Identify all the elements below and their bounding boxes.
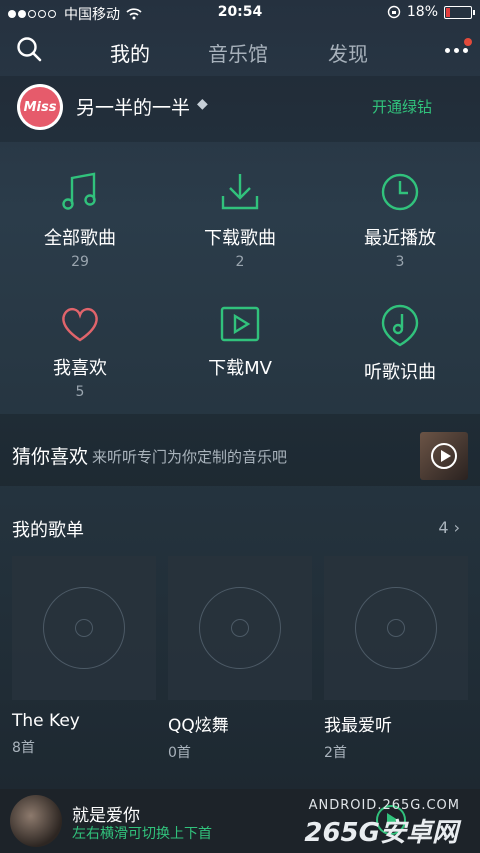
playlist-cover[interactable] — [324, 556, 468, 700]
grid-label: 最近播放 — [364, 228, 436, 249]
notification-dot — [464, 38, 472, 46]
status-bar: 中国移动 20:54 18% — [0, 0, 480, 26]
guess-cover[interactable] — [420, 432, 468, 480]
grid-item-recognize[interactable]: 听歌识曲 — [320, 304, 480, 384]
search-icon[interactable] — [16, 36, 42, 62]
clock-icon — [381, 173, 419, 211]
playlist-name: 我最爱听 — [324, 716, 392, 736]
open-vip-link[interactable]: 开通绿钻 — [372, 96, 432, 117]
playlist-cover[interactable] — [168, 556, 312, 700]
playlist-song-count: 8首 — [12, 740, 35, 756]
playlist-song-count: 0首 — [168, 745, 191, 761]
grid-item-download-mv[interactable]: 下载MV — [160, 304, 320, 380]
grid-count: 5 — [75, 384, 85, 400]
watermark-url: ANDROID.265G.COM — [308, 798, 460, 813]
grid-item-all-songs[interactable]: 全部歌曲 29 — [0, 170, 160, 270]
user-row[interactable]: Miss 另一半的一半 ◆ 开通绿钻 — [0, 76, 480, 142]
grid-item-recent-play[interactable]: 最近播放 3 — [320, 170, 480, 270]
grid-count: 2 — [235, 254, 245, 270]
guess-subtitle: 来听听专门为你定制的音乐吧 — [92, 448, 288, 466]
status-right: 18% — [387, 4, 475, 20]
tab-mine[interactable]: 我的 — [110, 38, 150, 67]
playlist-name: QQ炫舞 — [168, 716, 229, 736]
top-nav: 我的 音乐馆 发现 — [0, 30, 480, 74]
grid-label: 下载MV — [208, 358, 272, 379]
now-playing-cover[interactable] — [10, 795, 62, 847]
diamond-icon: ◆ — [197, 96, 208, 112]
battery-percent: 18% — [406, 4, 438, 20]
guess-you-like[interactable]: 猜你喜欢 来听听专门为你定制的音乐吧 — [0, 414, 480, 486]
playlist-name: The Key — [12, 711, 80, 731]
avatar[interactable]: Miss — [17, 84, 63, 130]
playlist-count[interactable]: 4 › — [438, 518, 460, 537]
grid-item-download-songs[interactable]: 下载歌曲 2 — [160, 170, 320, 270]
battery-icon — [444, 5, 475, 19]
play-icon[interactable] — [431, 443, 457, 469]
grid-label: 全部歌曲 — [44, 228, 116, 249]
playlist-song-count: 2首 — [324, 745, 347, 761]
playlist-card[interactable]: The Key 8首 — [12, 556, 156, 757]
video-play-icon — [220, 306, 260, 342]
grid-label: 下载歌曲 — [204, 228, 276, 249]
playlist-card[interactable]: 我最爱听 2首 — [324, 556, 468, 762]
download-icon — [221, 174, 259, 210]
grid-count: 29 — [71, 254, 89, 270]
playlist-cover[interactable] — [12, 556, 156, 700]
avatar-text: Miss — [20, 87, 60, 127]
tab-music-hall[interactable]: 音乐馆 — [208, 38, 268, 67]
watermark-logo: 265G安卓网 — [304, 818, 458, 848]
grid-item-favorites[interactable]: 我喜欢 5 — [0, 304, 160, 400]
rotation-lock-icon — [387, 5, 401, 19]
grid-label: 我喜欢 — [53, 358, 107, 379]
more-menu-icon[interactable] — [445, 48, 468, 53]
recognize-music-icon — [381, 304, 419, 347]
grid-label: 听歌识曲 — [364, 362, 436, 383]
heart-icon — [62, 307, 98, 342]
username: 另一半的一半 — [76, 97, 191, 119]
playlist-header: 我的歌单 — [12, 520, 84, 541]
swipe-hint: 左右横滑可切换上下首 — [72, 826, 212, 842]
grid-count: 3 — [395, 254, 405, 270]
guess-title: 猜你喜欢 — [12, 446, 89, 468]
playlist-card[interactable]: QQ炫舞 0首 — [168, 556, 312, 762]
music-note-icon — [62, 172, 96, 210]
tab-discover[interactable]: 发现 — [328, 38, 368, 67]
